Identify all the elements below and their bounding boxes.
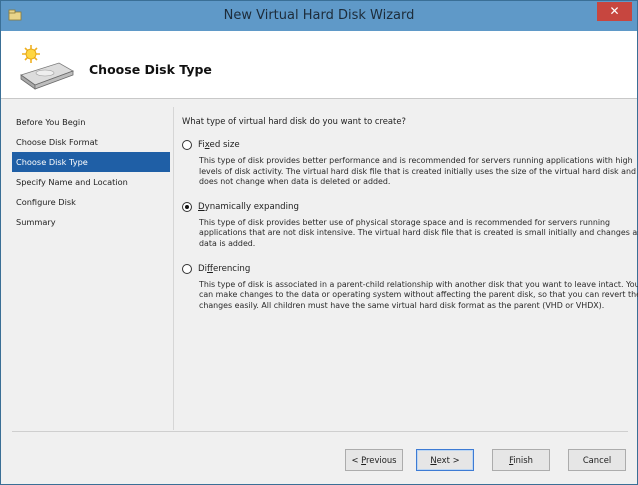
close-icon[interactable]: ✕ (597, 2, 632, 21)
wizard-header: Choose Disk Type (1, 31, 637, 99)
window-title: New Virtual Hard Disk Wizard (223, 8, 415, 23)
main-content: What type of virtual hard disk do you wa… (182, 116, 638, 323)
previous-button[interactable]: < Previous (345, 449, 403, 471)
nav-item-summary[interactable]: Summary (12, 212, 170, 232)
cancel-button[interactable]: Cancel (568, 449, 626, 471)
option-dynamically-expanding: Dynamically expanding This type of disk … (182, 200, 638, 250)
option-fixed-size-label[interactable]: Fixed size (198, 140, 240, 150)
footer-divider (12, 431, 628, 432)
radio-dynamically-expanding[interactable] (182, 201, 192, 212)
nav-item-choose-disk-format[interactable]: Choose Disk Format (12, 132, 170, 152)
option-differencing-description: This type of disk is associated in a par… (199, 279, 638, 310)
option-fixed-size: Fixed size This type of disk provides be… (182, 138, 636, 188)
finish-button[interactable]: Finish (492, 449, 550, 471)
nav-item-before-you-begin[interactable]: Before You Begin (12, 112, 170, 132)
wizard-step-nav: Before You Begin Choose Disk Format Choo… (12, 112, 170, 232)
title-bar[interactable]: New Virtual Hard Disk Wizard ✕ (1, 1, 637, 31)
wizard-window: New Virtual Hard Disk Wizard ✕ Choose Di… (0, 0, 638, 485)
nav-item-configure-disk[interactable]: Configure Disk (12, 192, 170, 212)
option-differencing: Differencing This type of disk is associ… (182, 262, 638, 312)
radio-differencing[interactable] (182, 263, 192, 274)
option-dynamically-expanding-label[interactable]: Dynamically expanding (198, 202, 299, 212)
question-text: What type of virtual hard disk do you wa… (182, 116, 406, 126)
option-dynamically-expanding-description: This type of disk provides better use of… (199, 217, 638, 248)
nav-divider (173, 107, 174, 430)
nav-item-choose-disk-type[interactable]: Choose Disk Type (12, 152, 170, 172)
next-button[interactable]: Next > (416, 449, 474, 471)
nav-item-specify-name-location[interactable]: Specify Name and Location (12, 172, 170, 192)
option-fixed-size-description: This type of disk provides better perfor… (199, 156, 636, 187)
option-differencing-label[interactable]: Differencing (198, 264, 250, 274)
page-heading: Choose Disk Type (89, 62, 212, 77)
radio-fixed-size[interactable] (182, 140, 192, 150)
virtual-disk-icon (20, 45, 74, 90)
